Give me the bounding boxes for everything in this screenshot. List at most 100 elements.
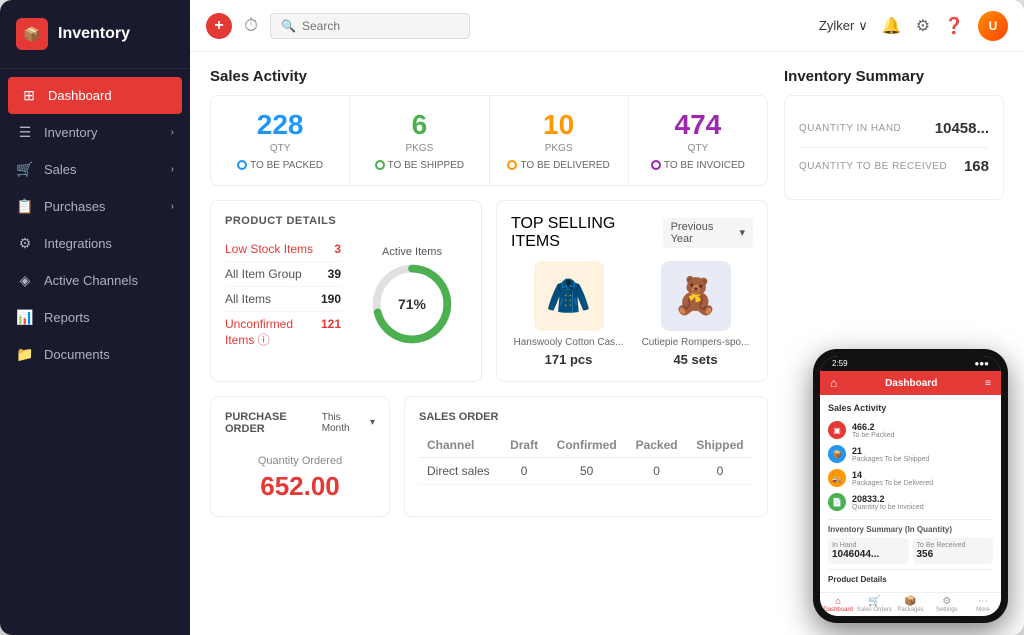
sidebar-logo: 📦 Inventory [0,0,190,69]
sidebar-item-sales[interactable]: 🛒 Sales › [0,151,190,188]
purchase-order-panel: PURCHASE ORDER This Month ▾ Quantity Ord… [210,396,390,517]
avatar[interactable]: U [978,11,1008,41]
logo-icon: 📦 [16,18,48,50]
sidebar-item-reports[interactable]: 📊 Reports [0,299,190,336]
invoiced-unit: Qty [645,143,751,154]
selling-item-1-qty: 171 pcs [511,352,626,367]
phone-nav-settings[interactable]: ⚙ Settings [929,596,965,613]
sidebar-item-inventory[interactable]: ☰ Inventory › [0,114,190,151]
notifications-icon[interactable]: 🔔 [882,16,902,36]
inv-to-receive-value: 168 [964,158,989,175]
phone-menu-icon: ≡ [985,378,991,389]
sidebar-item-active-channels[interactable]: ◈ Active Channels [0,262,190,299]
phone-nav-packages[interactable]: 📦 Packages [892,596,928,613]
donut-label: Active Items [382,246,442,258]
sidebar-item-label: Integrations [44,236,112,251]
inv-in-hand-value: 10458... [935,120,989,137]
main-content-wrapper: + ⏱ 🔍 Zylker ∨ 🔔 ⚙ ❓ U Sa [190,0,1024,635]
phone-stat-dot-2: 📦 [828,445,846,463]
sales-card-delivered: 10 Pkgs TO BE DELIVERED [490,96,629,185]
sales-order-panel: SALES ORDER Channel Draft Confirmed Pack… [404,396,768,517]
sidebar-item-dashboard[interactable]: ⊞ Dashboard [8,77,182,114]
phone-stat-info-2: 21 Packages To be Shipped [852,446,929,463]
po-qty-label: Quantity Ordered [225,455,375,467]
search-icon: 🔍 [281,19,296,33]
product-details-panel: PRODUCT DETAILS Low Stock Items 3 All It… [210,200,482,382]
sidebar-item-documents[interactable]: 📁 Documents [0,336,190,373]
sales-card-invoiced: 474 Qty TO BE INVOICED [629,96,767,185]
phone-nav-sales[interactable]: 🛒 Sales Orders [856,596,892,613]
sidebar-item-label: Dashboard [48,88,112,103]
phone-inv-receive-label: To Be Received [917,542,990,549]
shipped-unit: Pkgs [366,143,472,154]
product-details-content: Low Stock Items 3 All Item Group 39 All … [225,237,467,353]
col-packed: Packed [626,433,687,458]
col-shipped: Shipped [687,433,753,458]
sidebar: 📦 Inventory ⊞ Dashboard ☰ Inventory › 🛒 … [0,0,190,635]
phone-inv-receive-val: 356 [917,549,990,560]
row-draft: 0 [501,457,547,484]
org-name[interactable]: Zylker ∨ [819,18,868,34]
phone-outer: 2:59 ●●● ⌂ Dashboard ≡ Sales Activity [813,349,1008,623]
col-confirmed: Confirmed [547,433,626,458]
sidebar-item-integrations[interactable]: ⚙ Integrations [0,225,190,262]
period-select[interactable]: Previous Year ▾ [663,218,753,248]
inv-row-in-hand: QUANTITY IN HAND 10458... [799,110,989,148]
product-stats: Low Stock Items 3 All Item Group 39 All … [225,237,341,353]
table-row: Direct sales 0 50 0 0 [419,457,753,484]
delivered-unit: Pkgs [506,143,612,154]
row-shipped: 0 [687,457,753,484]
sidebar-item-label: Inventory [44,125,97,140]
search-bar[interactable]: 🔍 [270,13,470,39]
all-items-row: All Items 190 [225,287,341,312]
phone-nav-dashboard[interactable]: ⌂ Dashboard [820,596,856,613]
history-icon[interactable]: ⏱ [244,15,258,36]
middle-panels: PRODUCT DETAILS Low Stock Items 3 All It… [210,200,768,382]
low-stock-row: Low Stock Items 3 [225,237,341,262]
phone-inv-hand-val: 1046044... [832,549,905,560]
sweater-image: 🧥 [534,261,604,331]
phone-stat-val-4: 20833.2 [852,494,924,504]
phone-sales-title: Sales Activity [828,403,993,413]
inventory-icon: ☰ [16,124,34,141]
sales-cards: 228 Qty TO BE PACKED 6 Pkgs [210,95,768,186]
topbar-right: Zylker ∨ 🔔 ⚙ ❓ U [819,11,1008,41]
sales-activity-section: Sales Activity 228 Qty TO BE PACKED 6 [210,68,768,186]
po-qty-value: 652.00 [225,471,375,502]
phone-stat-dot-4: 📄 [828,493,846,511]
product-details-title: PRODUCT DETAILS [225,215,467,227]
phone-stat-info-1: 466.2 To be Packed [852,422,894,439]
topbar: + ⏱ 🔍 Zylker ∨ 🔔 ⚙ ❓ U [190,0,1024,52]
sales-card-packed: 228 Qty TO BE PACKED [211,96,350,185]
inventory-summary-panel: QUANTITY IN HAND 10458... QUANTITY TO BE… [784,95,1004,200]
phone-nav: ⌂ Dashboard 🛒 Sales Orders 📦 Packages [820,592,1001,616]
phone-stat-val-2: 21 [852,446,929,456]
phone-stat-dot-1: ▣ [828,421,846,439]
selling-item-1: 🧥 Hanswooly Cotton Cas... 171 pcs [511,261,626,367]
sidebar-item-purchases[interactable]: 📋 Purchases › [0,188,190,225]
sidebar-item-label: Purchases [44,199,105,214]
help-icon[interactable]: ❓ [944,16,964,36]
phone-home-icon: ⌂ [830,376,837,390]
phone-stat-lbl-1: To be Packed [852,432,894,439]
content-left: Sales Activity 228 Qty TO BE PACKED 6 [210,68,768,619]
row-channel: Direct sales [419,457,501,484]
phone-inv-to-receive: To Be Received 356 [913,538,994,564]
phone-signal: ●●● [975,359,990,368]
search-input[interactable] [302,19,459,33]
reports-icon: 📊 [16,309,34,326]
phone-nav-more-icon: ⋯ [965,596,1001,607]
add-button[interactable]: + [206,13,232,39]
phone-stat-info-4: 20833.2 Quantity to be Invoiced [852,494,924,511]
phone-nav-more[interactable]: ⋯ More [965,596,1001,613]
selling-item-2-name: Cutiepie Rompers-spo... [638,337,753,348]
row-packed: 0 [626,457,687,484]
phone-product-title: Product Details [828,575,993,584]
settings-icon[interactable]: ⚙ [916,16,930,36]
inventory-summary-title: Inventory Summary [784,68,1004,85]
phone-stat-val-3: 14 [852,470,933,480]
po-period-select[interactable]: This Month ▾ [322,412,375,434]
phone-status-bar: 2:59 ●●● [820,356,1001,371]
col-channel: Channel [419,433,501,458]
logo-text: Inventory [58,25,130,43]
